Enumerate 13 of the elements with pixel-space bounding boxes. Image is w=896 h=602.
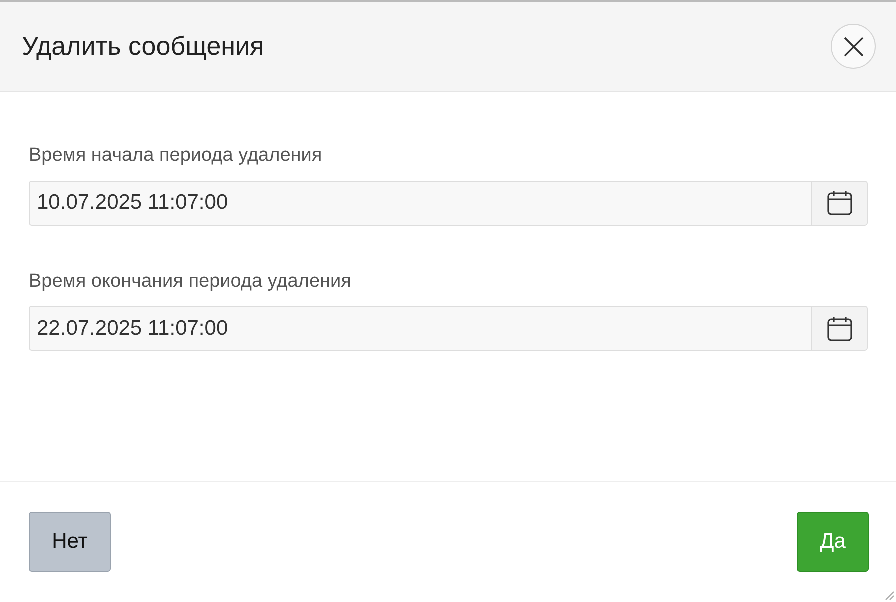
calendar-button[interactable]: [811, 306, 868, 351]
dialog-title: Удалить сообщения: [22, 30, 264, 62]
date-field[interactable]: 10.07.2025 11:07:00: [29, 180, 811, 226]
calendar-icon: [826, 316, 852, 342]
field-label: Время окончания периода удаления: [29, 270, 352, 294]
calendar-button[interactable]: [811, 180, 868, 226]
close-icon: [842, 36, 864, 58]
resize-grip-icon[interactable]: [885, 591, 895, 601]
close-button[interactable]: [831, 24, 876, 69]
field-label: Время начала периода удаления: [29, 144, 324, 168]
no-button[interactable]: Нет: [29, 512, 111, 572]
date-field[interactable]: 22.07.2025 11:07:00: [29, 306, 811, 351]
calendar-icon: [826, 190, 852, 216]
